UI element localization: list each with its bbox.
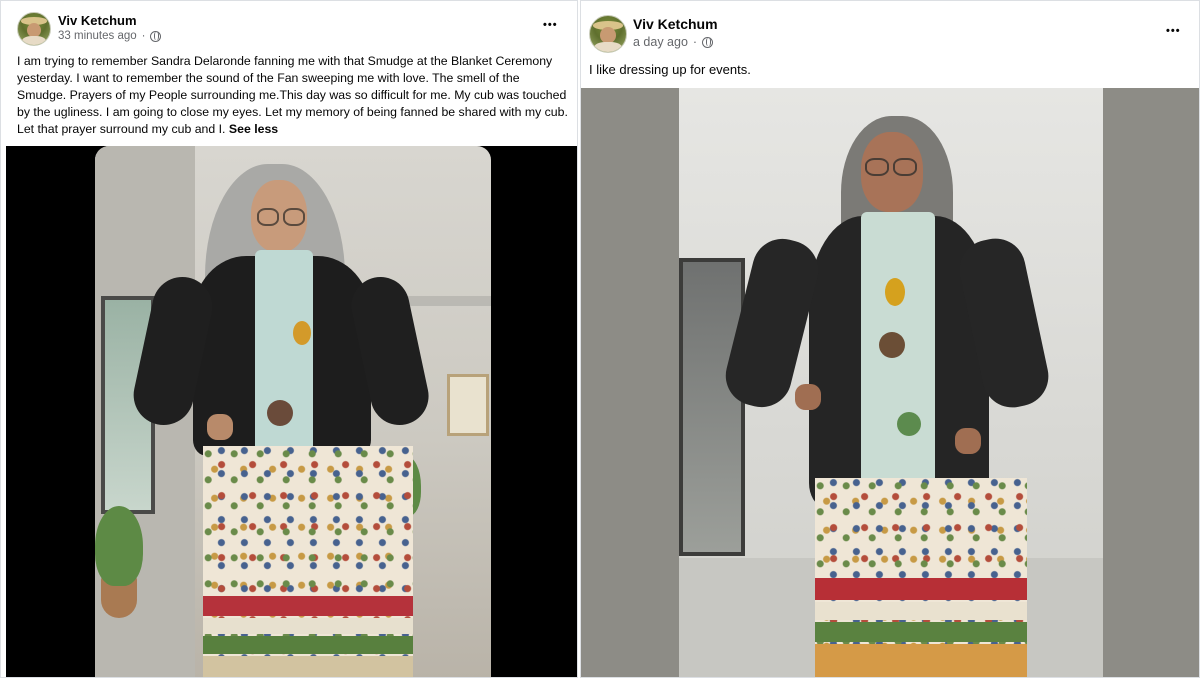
ribbon-stripe xyxy=(815,644,1027,677)
scarf-flower xyxy=(267,400,293,426)
avatar-shirt-shape xyxy=(21,36,47,45)
photo xyxy=(679,88,1103,677)
post-card-left: Viv Ketchum 33 minutes ago · ••• I am tr… xyxy=(0,0,578,678)
right-hand xyxy=(955,428,981,454)
ribbon-stripe xyxy=(203,656,413,677)
skirt-shape xyxy=(203,446,413,677)
post-body: I am trying to remember Sandra Delaronde… xyxy=(17,53,569,138)
globe-icon xyxy=(702,36,714,48)
glasses-right xyxy=(893,158,917,176)
post-meta: a day ago · xyxy=(633,35,714,49)
post-text: I am trying to remember Sandra Delaronde… xyxy=(17,54,568,136)
avatar-face-shape xyxy=(600,26,616,44)
wall-art xyxy=(447,374,489,436)
ribbon-stripe xyxy=(815,622,1027,642)
post-card-right: Viv Ketchum a day ago · ••• I like dress… xyxy=(580,0,1200,678)
pendant-shape xyxy=(885,278,905,306)
scarf-flower xyxy=(879,332,905,358)
avatar-shirt-shape xyxy=(594,41,622,52)
scarf-flower xyxy=(897,412,921,436)
pendant-shape xyxy=(293,321,311,345)
post-image[interactable] xyxy=(581,88,1199,677)
glasses-left xyxy=(865,158,889,176)
timestamp[interactable]: a day ago xyxy=(633,35,688,49)
scarf-shape xyxy=(861,212,935,492)
ribbon-stripe xyxy=(815,602,1027,620)
more-options-icon[interactable]: ••• xyxy=(543,20,558,31)
author-name[interactable]: Viv Ketchum xyxy=(58,13,137,28)
post-meta: 33 minutes ago · xyxy=(58,30,162,42)
avatar[interactable] xyxy=(589,15,627,53)
author-name[interactable]: Viv Ketchum xyxy=(633,16,718,32)
glasses-left xyxy=(257,208,279,226)
left-hand xyxy=(207,414,233,440)
ribbon-stripe xyxy=(815,578,1027,600)
avatar[interactable] xyxy=(17,12,51,46)
ribbon-stripe xyxy=(203,596,413,616)
see-less-link[interactable]: See less xyxy=(229,122,278,136)
ribbon-stripe xyxy=(203,636,413,654)
left-hand xyxy=(795,384,821,410)
globe-icon xyxy=(150,30,162,42)
illustration-card xyxy=(95,146,491,677)
more-options-icon[interactable]: ••• xyxy=(1166,26,1181,37)
post-text: I like dressing up for events. xyxy=(589,62,751,77)
window xyxy=(679,258,745,556)
plant xyxy=(95,506,143,586)
glasses-right xyxy=(283,208,305,226)
post-image[interactable] xyxy=(6,146,577,677)
skirt-shape xyxy=(815,478,1027,677)
timestamp[interactable]: 33 minutes ago xyxy=(58,30,137,42)
ribbon-stripe xyxy=(203,618,413,634)
